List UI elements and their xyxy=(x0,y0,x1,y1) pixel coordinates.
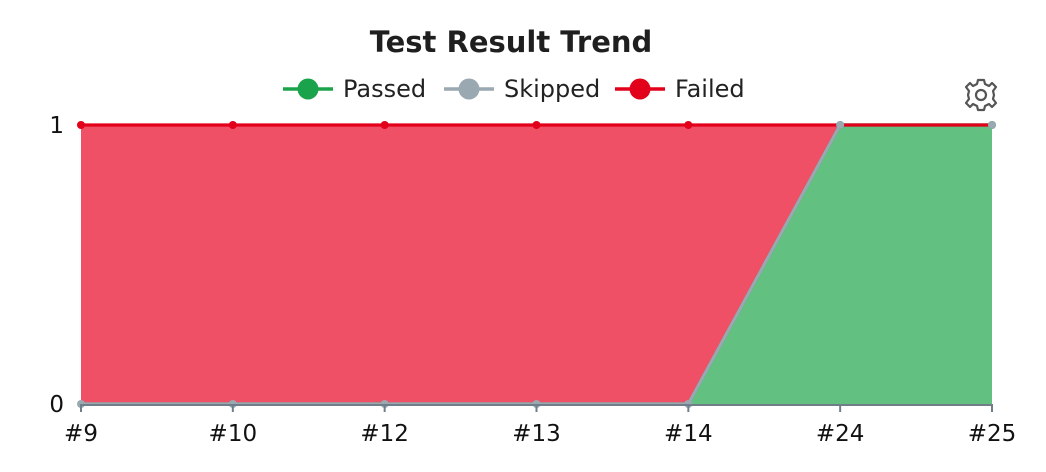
legend-item-passed[interactable]: Passed xyxy=(283,75,426,103)
data-point-failed[interactable] xyxy=(380,121,389,129)
chart-canvas: Test Result Trend Passed Skipped Failed #9… xyxy=(49,25,1016,447)
data-point-failed[interactable] xyxy=(77,121,85,129)
test-result-trend-chart: Test Result Trend Passed Skipped Failed #9… xyxy=(0,0,1046,472)
legend-marker-passed xyxy=(297,78,319,100)
x-axis: #9 #10 #12 #13 #14 #24 #25 xyxy=(64,404,1016,447)
settings-button[interactable] xyxy=(960,74,1002,116)
data-point-failed[interactable] xyxy=(684,121,693,129)
x-tick-label: #14 xyxy=(664,421,713,447)
data-point-skipped[interactable] xyxy=(988,121,996,129)
x-tick-label: #10 xyxy=(209,421,258,447)
x-tick-label: #24 xyxy=(816,421,865,447)
y-axis: 01 xyxy=(49,113,64,418)
legend-label: Passed xyxy=(343,75,426,103)
data-point-failed[interactable] xyxy=(228,121,237,129)
legend-marker-skipped xyxy=(458,78,480,100)
chart-areas xyxy=(81,125,992,404)
y-tick-label: 1 xyxy=(49,113,64,139)
x-tick-label: #25 xyxy=(968,421,1017,447)
legend-label: Failed xyxy=(675,75,745,103)
x-tick-label: #13 xyxy=(512,421,561,447)
legend-item-skipped[interactable]: Skipped xyxy=(444,75,600,103)
legend-label: Skipped xyxy=(504,75,600,103)
y-tick-label: 0 xyxy=(49,392,64,418)
x-tick-label: #12 xyxy=(360,421,409,447)
legend-marker-failed xyxy=(629,78,651,100)
x-tick-label: #9 xyxy=(64,421,98,447)
chart-legend: Passed Skipped Failed xyxy=(283,75,745,103)
data-point-failed[interactable] xyxy=(532,121,541,129)
gear-icon xyxy=(964,78,998,112)
data-point-skipped[interactable] xyxy=(836,121,845,129)
chart-title: Test Result Trend xyxy=(370,25,653,59)
legend-item-failed[interactable]: Failed xyxy=(615,75,745,103)
